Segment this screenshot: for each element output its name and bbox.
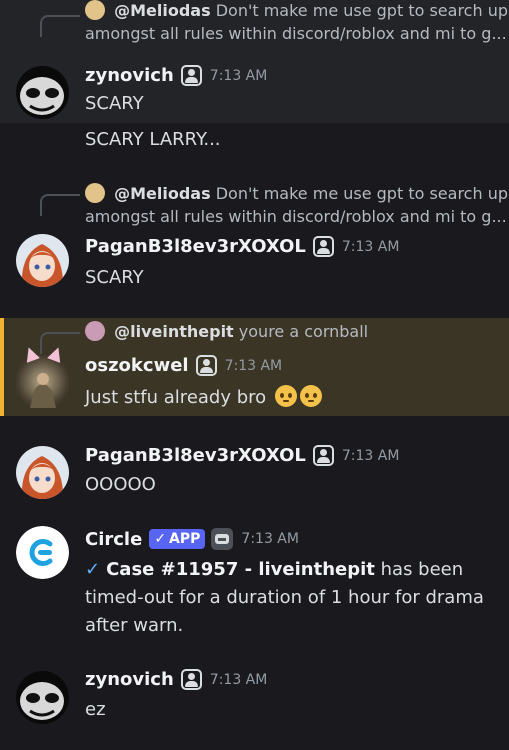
- timestamp: 7:13 AM: [209, 671, 268, 688]
- message-pagan-2[interactable]: PaganB3l8ev3rXOXOL 7:13 AM OOOOO: [0, 440, 509, 502]
- reply-text: youre a cornball: [238, 322, 369, 341]
- app-tag-label: APP: [169, 531, 201, 547]
- username[interactable]: Circle: [85, 529, 142, 550]
- reply-author[interactable]: @Meliodas: [114, 184, 211, 203]
- message-zynovich-2[interactable]: zynovich 7:13 AM ez: [0, 668, 509, 738]
- avatar[interactable]: [16, 234, 69, 287]
- message-content: SCARY: [85, 264, 497, 292]
- mention-indicator: [0, 318, 4, 416]
- message-header: PaganB3l8ev3rXOXOL 7:13 AM: [85, 236, 399, 257]
- message-circle-app[interactable]: Circle ✓ APP 7:13 AM ✓ Case #11957 - livei…: [0, 526, 509, 646]
- reply-author[interactable]: @liveinthepit: [114, 322, 234, 341]
- timestamp: 7:13 AM: [341, 238, 400, 255]
- pleading-face-emoji: [274, 385, 297, 407]
- reply-text: Don't make me use gpt to search up: [215, 184, 508, 203]
- reply-preview[interactable]: @Meliodas Don't make me use gpt to searc…: [85, 0, 508, 45]
- reply-preview[interactable]: @Meliodas Don't make me use gpt to searc…: [85, 182, 508, 228]
- username[interactable]: PaganB3l8ev3rXOXOL: [85, 236, 306, 257]
- message-header: Circle ✓ APP 7:13 AM: [85, 528, 299, 550]
- message-line: OOOOO: [85, 474, 156, 495]
- message-content: ez: [85, 696, 497, 724]
- avatar[interactable]: [16, 446, 69, 499]
- user-badge-icon: [195, 355, 217, 376]
- circle-app-avatar[interactable]: [16, 526, 69, 579]
- message-header: PaganB3l8ev3rXOXOL 7:13 AM: [85, 445, 399, 466]
- reply-avatar: [85, 183, 105, 203]
- user-badge-icon: [180, 65, 202, 86]
- reply-text: Don't make me use gpt to search up: [215, 1, 508, 20]
- message-header: oszokcwel 7:13 AM: [85, 355, 282, 376]
- message-line: SCARY LARRY...: [85, 129, 221, 150]
- timestamp: 7:13 AM: [341, 447, 400, 464]
- avatar[interactable]: [16, 66, 69, 119]
- username[interactable]: oszokcwel: [85, 355, 189, 376]
- message-line: Just stfu already bro: [85, 387, 267, 408]
- app-tag: ✓ APP: [149, 529, 206, 549]
- reply-avatar: [85, 321, 105, 341]
- user-badge-icon: [312, 445, 334, 466]
- reply-text-line2: amongst all rules within discord/roblox …: [85, 207, 507, 226]
- message-line: SCARY: [85, 267, 144, 288]
- avatar[interactable]: [16, 355, 69, 408]
- chat-messages: @Meliodas Don't make me use gpt to searc…: [0, 0, 509, 750]
- checkmark-icon: ✓: [85, 559, 101, 580]
- username[interactable]: zynovich: [85, 669, 174, 690]
- pleading-face-emoji: [299, 385, 322, 407]
- message-line: SCARY: [85, 93, 144, 114]
- timestamp: 7:13 AM: [224, 357, 283, 374]
- username[interactable]: PaganB3l8ev3rXOXOL: [85, 445, 306, 466]
- reply-text-line2: amongst all rules within discord/roblox …: [85, 24, 507, 43]
- message-content: OOOOO: [85, 471, 497, 499]
- reply-author[interactable]: @Meliodas: [114, 1, 211, 20]
- message-pagan-1[interactable]: @Meliodas Don't make me use gpt to searc…: [0, 178, 509, 298]
- message-content: Just stfu already bro: [85, 384, 497, 412]
- username[interactable]: zynovich: [85, 65, 174, 86]
- timestamp: 7:13 AM: [241, 531, 299, 547]
- message-content: SCARY LARRY...: [85, 126, 497, 154]
- message-header: zynovich 7:13 AM: [85, 669, 267, 690]
- user-badge-icon: [180, 669, 202, 690]
- reply-connector: [40, 15, 80, 37]
- reply-avatar: [85, 0, 105, 20]
- case-title: Case #11957 - liveinthepit: [106, 559, 375, 580]
- reply-preview[interactable]: @liveinthepit youre a cornball: [85, 320, 503, 343]
- message-header: zynovich 7:13 AM: [85, 65, 267, 86]
- reply-connector: [40, 332, 80, 354]
- message-zynovich-1[interactable]: @Meliodas Don't make me use gpt to searc…: [0, 0, 509, 123]
- checkmark-icon: ✓: [154, 531, 167, 547]
- message-content: SCARY: [85, 90, 497, 118]
- user-badge-icon: [312, 236, 334, 257]
- robot-icon: [211, 528, 234, 550]
- avatar[interactable]: [16, 671, 69, 724]
- reply-connector: [40, 194, 80, 216]
- message-oszokcwel[interactable]: @liveinthepit youre a cornball oszokcwel…: [0, 318, 509, 416]
- timestamp: 7:13 AM: [209, 67, 268, 84]
- message-content: ✓ Case #11957 - liveinthepit has been tim…: [85, 556, 497, 640]
- message-line: ez: [85, 699, 106, 720]
